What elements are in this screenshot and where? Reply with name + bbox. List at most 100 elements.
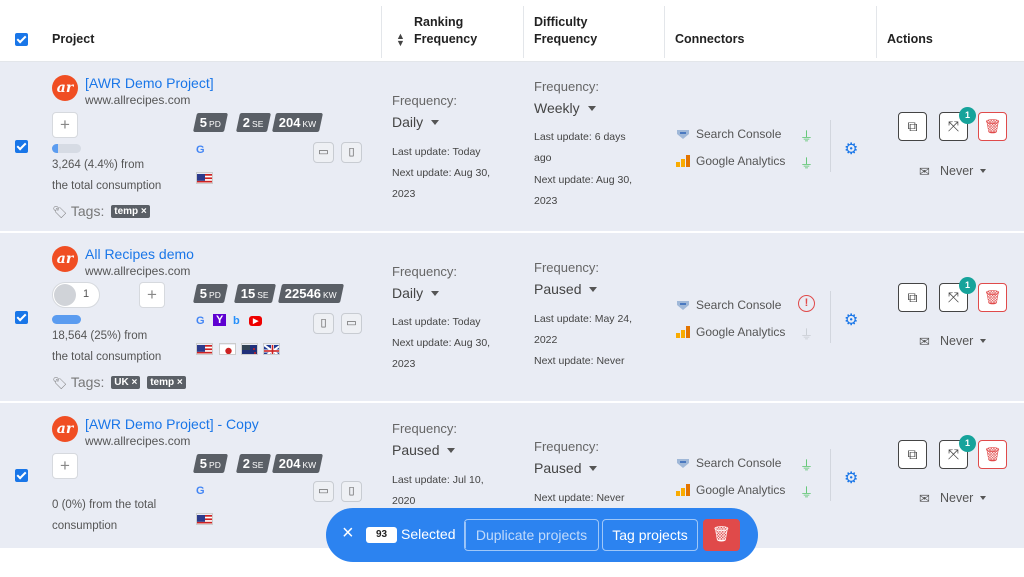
avatar: [54, 284, 76, 306]
kw-badge: 22546 KW: [277, 284, 344, 303]
project-url: www.allrecipes.com: [85, 434, 191, 448]
project-name-link[interactable]: [AWR Demo Project]: [85, 75, 214, 91]
duplicate-project-button[interactable]: ⧉: [898, 112, 927, 141]
sort-arrows-icon[interactable]: ▲ ▼: [396, 32, 405, 48]
notify-select[interactable]: Never: [940, 164, 986, 178]
notify-select[interactable]: Never: [940, 334, 986, 348]
ranking-frequency-select[interactable]: Paused: [392, 442, 455, 458]
google-icon: G: [196, 315, 205, 327]
ranking-frequency-label: Frequency:: [392, 421, 458, 436]
tag-chip[interactable]: temp ×: [147, 376, 186, 389]
header-actions: Actions: [887, 32, 933, 46]
duplicate-projects-button[interactable]: Duplicate projects: [464, 519, 599, 551]
delete-project-button[interactable]: 🗑: [978, 112, 1007, 141]
consumption-text: 18,564 (25%) from the total consumption: [52, 330, 162, 363]
header-difficulty-line2: Frequency: [534, 32, 598, 46]
search-console-icon: [676, 456, 690, 468]
bing-icon: b: [233, 315, 240, 327]
us-flag-icon: [196, 343, 213, 355]
connector-settings-gear-icon[interactable]: ⚙: [844, 310, 858, 330]
google-icon: G: [196, 144, 205, 156]
plug-connected-icon[interactable]: ⏚: [800, 153, 813, 172]
difficulty-next-update: Next update: Aug 30, 2023: [534, 174, 633, 207]
header-difficulty-line1: Difficulty: [534, 15, 588, 29]
mobile-icon[interactable]: ▯: [341, 142, 362, 163]
mobile-icon[interactable]: ▯: [313, 313, 334, 334]
row-checkbox[interactable]: [15, 311, 28, 324]
ranking-frequency-label: Frequency:: [392, 264, 458, 279]
project-url: www.allrecipes.com: [85, 264, 191, 278]
connector-search-console[interactable]: Search Console: [696, 298, 781, 312]
project-name-link[interactable]: [AWR Demo Project] - Copy: [85, 416, 259, 432]
ranking-frequency-label: Frequency:: [392, 93, 458, 108]
difficulty-last-update: Last update: May 24, 2022: [534, 313, 633, 346]
add-user-button[interactable]: +: [52, 112, 78, 138]
add-user-button[interactable]: +: [139, 282, 165, 308]
row-checkbox[interactable]: [15, 469, 28, 482]
plug-connected-icon[interactable]: ⏚: [800, 126, 813, 145]
project-logo: ar: [52, 75, 78, 101]
connector-google-analytics[interactable]: Google Analytics: [696, 325, 785, 339]
tag-chip[interactable]: UK ×: [111, 376, 141, 389]
search-console-icon: [676, 127, 690, 139]
error-icon[interactable]: !: [798, 295, 815, 312]
envelope-icon: ✉: [919, 164, 930, 179]
us-flag-icon: [196, 513, 213, 525]
user-avatars[interactable]: 1: [52, 282, 100, 308]
bulk-delete-button[interactable]: 🗑: [703, 519, 740, 551]
difficulty-frequency-label: Frequency:: [534, 439, 600, 454]
table-header: Project ▲ ▼ Ranking Frequency Difficulty …: [0, 0, 1024, 62]
google-icon: G: [196, 485, 205, 497]
close-selection-icon[interactable]: ×: [342, 521, 354, 545]
ranking-frequency-select[interactable]: Daily: [392, 114, 439, 130]
plug-disconnected-icon[interactable]: ⏚: [800, 324, 813, 343]
connector-settings-gear-icon[interactable]: ⚙: [844, 139, 858, 159]
add-user-button[interactable]: +: [52, 453, 78, 479]
row-checkbox[interactable]: [15, 140, 28, 153]
share-count-badge: 1: [959, 107, 976, 124]
delete-project-button[interactable]: 🗑: [978, 283, 1007, 312]
plug-connected-icon[interactable]: ⏚: [800, 482, 813, 501]
duplicate-project-button[interactable]: ⧉: [898, 283, 927, 312]
select-all-checkbox[interactable]: [15, 33, 28, 46]
difficulty-frequency-select[interactable]: Paused: [534, 460, 597, 476]
connector-search-console[interactable]: Search Console: [696, 127, 781, 141]
header-ranking-frequency[interactable]: Ranking Frequency: [414, 0, 477, 62]
header-project[interactable]: Project: [52, 0, 94, 62]
tag-icon: 🏷: [52, 205, 68, 219]
yahoo-icon: Y: [213, 314, 227, 326]
project-logo: ar: [52, 416, 78, 442]
project-name-link[interactable]: All Recipes demo: [85, 246, 194, 262]
duplicate-project-button[interactable]: ⧉: [898, 440, 927, 469]
table-row: ar [AWR Demo Project] www.allrecipes.com…: [0, 62, 1024, 233]
ranking-frequency-select[interactable]: Daily: [392, 285, 439, 301]
ranking-next-update: Next update: Aug 30, 2023: [392, 337, 491, 370]
kw-badge: 204 KW: [271, 113, 324, 132]
mobile-icon[interactable]: ▯: [341, 481, 362, 502]
connector-settings-gear-icon[interactable]: ⚙: [844, 468, 858, 488]
connector-google-analytics[interactable]: Google Analytics: [696, 483, 785, 497]
notify-select[interactable]: Never: [940, 491, 986, 505]
search-console-icon: [676, 298, 690, 310]
tag-chip[interactable]: temp ×: [111, 205, 150, 218]
delete-project-button[interactable]: 🗑: [978, 440, 1007, 469]
connector-search-console[interactable]: Search Console: [696, 456, 781, 470]
difficulty-frequency-select[interactable]: Weekly: [534, 100, 596, 116]
kw-badge: 204 KW: [271, 454, 324, 473]
envelope-icon: ✉: [919, 334, 930, 349]
ranking-last-update: Last update: Today: [392, 146, 481, 158]
desktop-icon[interactable]: ▭: [341, 313, 362, 334]
google-analytics-icon: [676, 325, 690, 338]
difficulty-frequency-select[interactable]: Paused: [534, 281, 597, 297]
header-ranking-line2: Frequency: [414, 32, 478, 46]
desktop-icon[interactable]: ▭: [313, 481, 334, 502]
plug-connected-icon[interactable]: ⏚: [800, 455, 813, 474]
tag-icon: 🏷: [52, 376, 68, 390]
ranking-next-update: Next update: Aug 30, 2023: [392, 167, 491, 200]
tag-projects-button[interactable]: Tag projects: [602, 519, 698, 551]
ranking-last-update: Last update: Today: [392, 316, 481, 328]
desktop-icon[interactable]: ▭: [313, 142, 334, 163]
tags-label: Tags:: [70, 374, 105, 390]
header-ranking-line1: Ranking: [414, 15, 464, 29]
connector-google-analytics[interactable]: Google Analytics: [696, 154, 785, 168]
